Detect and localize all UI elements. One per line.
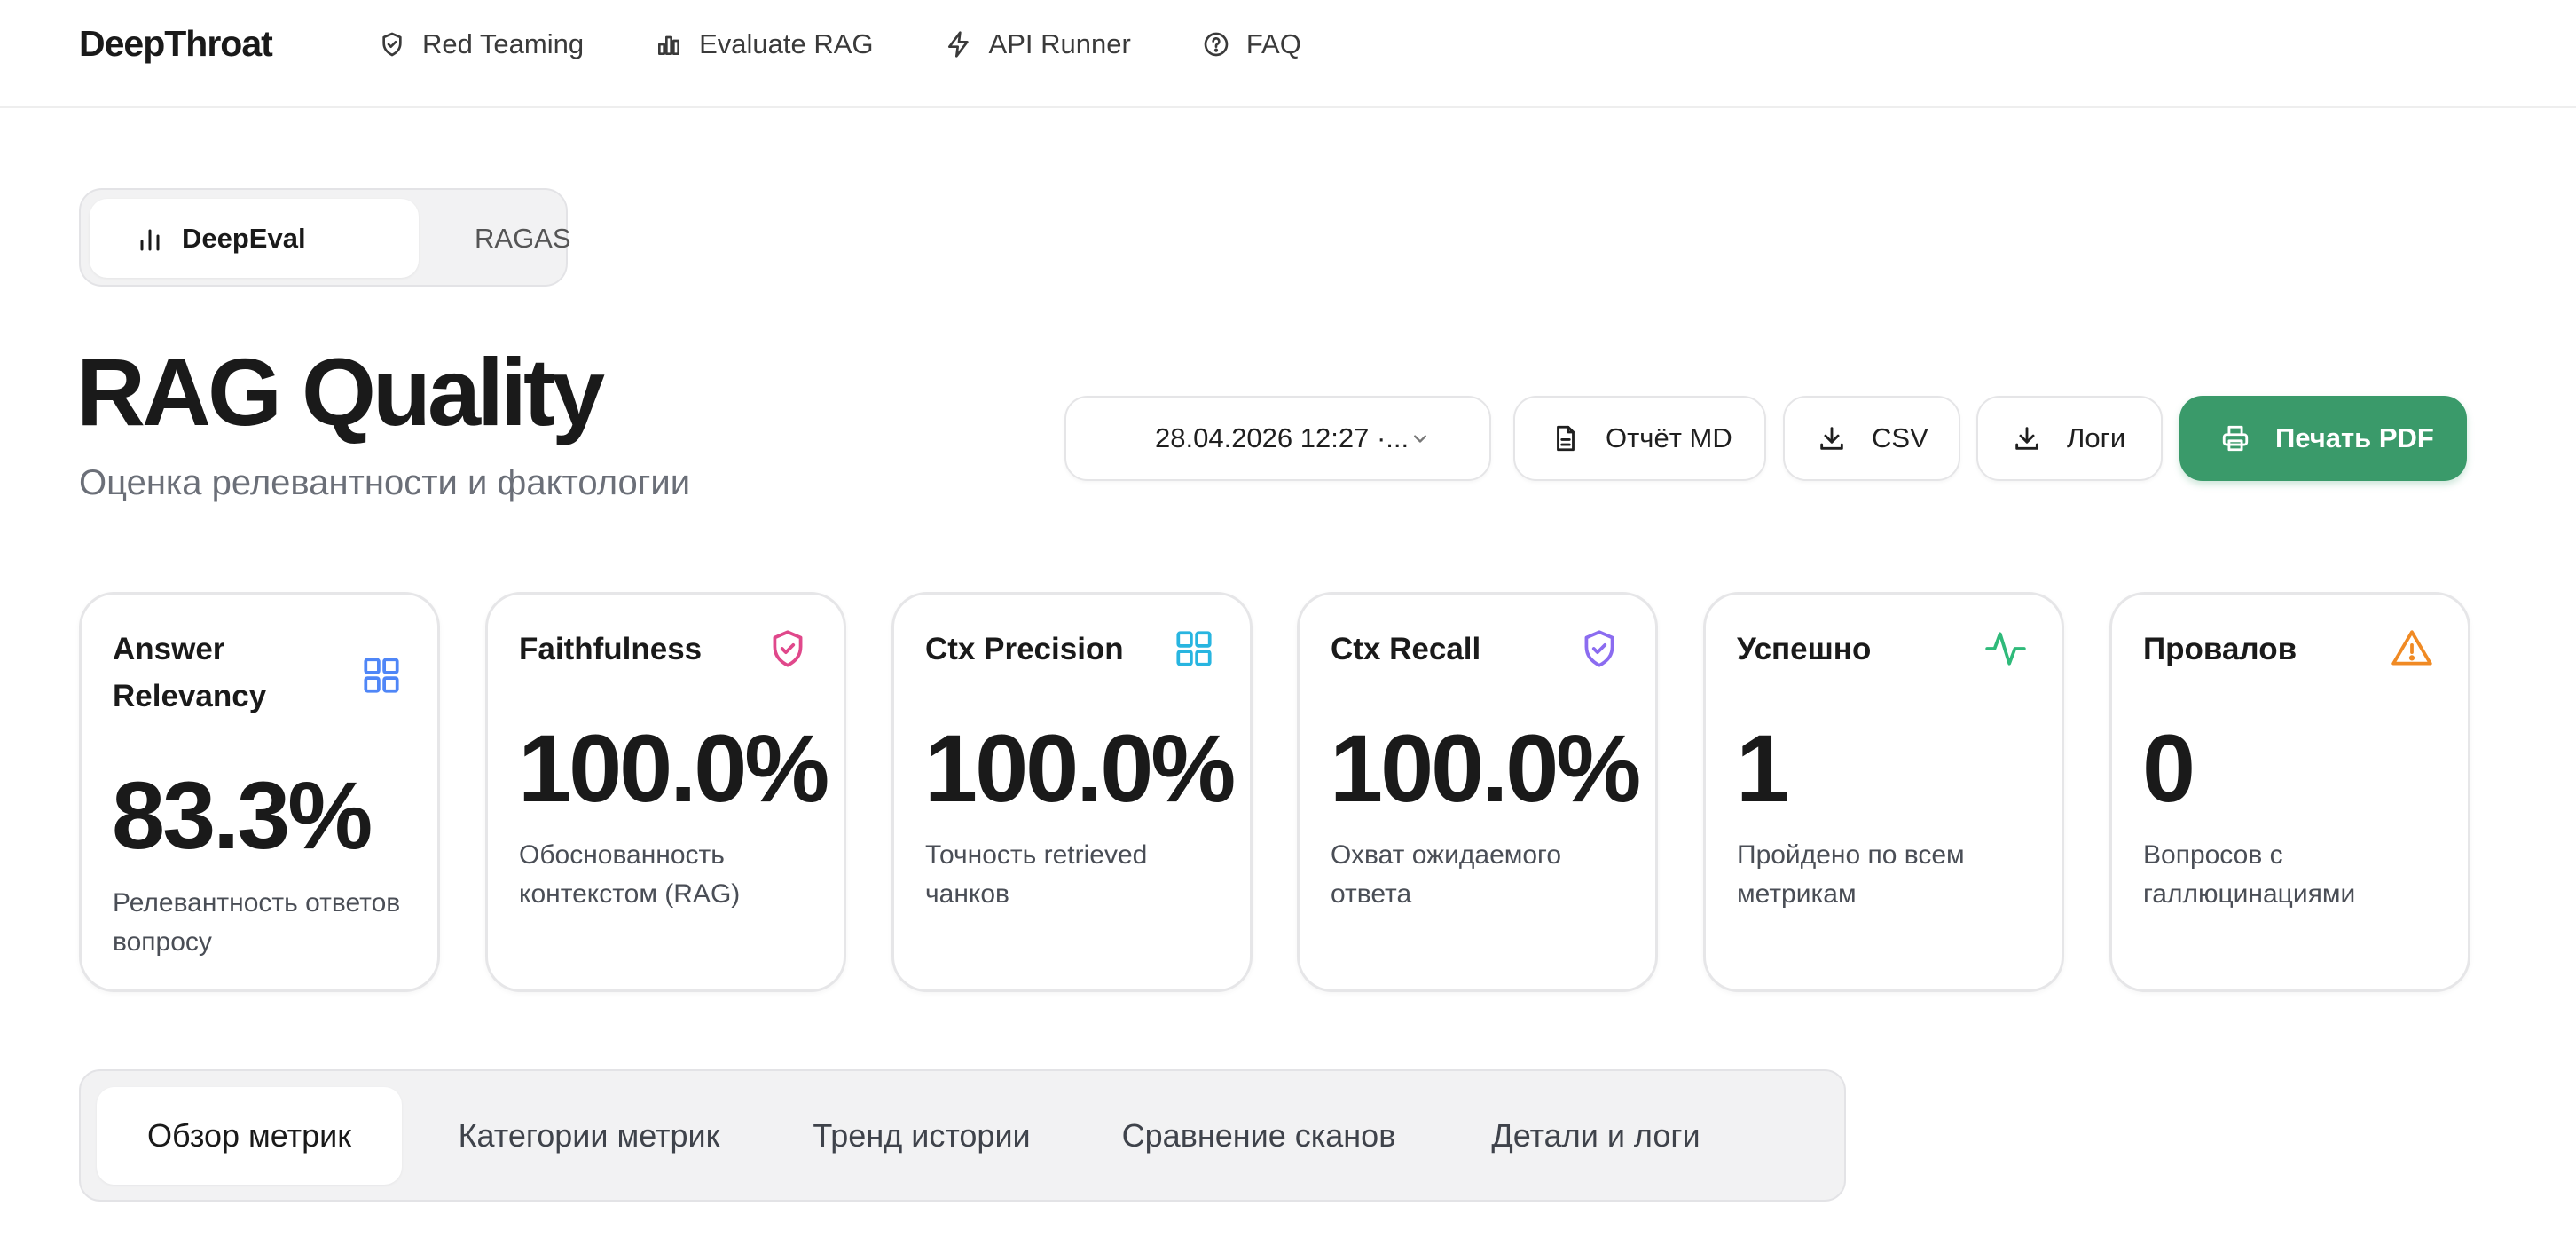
- tab-scan-comparison[interactable]: Сравнение сканов: [1099, 1087, 1418, 1185]
- metric-card-ctx-recall: Ctx Recall 100.0% Охват ожидаемого ответ…: [1297, 592, 1658, 992]
- activity-icon: [1985, 632, 2026, 666]
- nav-label: API Runner: [988, 28, 1131, 59]
- card-title: Answer Relevancy: [113, 632, 267, 713]
- nav-label: FAQ: [1245, 28, 1301, 59]
- toggle-deepeval[interactable]: DeepEval: [90, 199, 419, 278]
- nav-api-runner[interactable]: API Runner: [945, 28, 1131, 60]
- tab-history-trend[interactable]: Тренд истории: [789, 1087, 1055, 1185]
- view-tabs: Обзор метрик Категории метрик Тренд исто…: [79, 1069, 1846, 1202]
- run-select[interactable]: 28.04.2026 12:27 ·...: [1064, 396, 1491, 481]
- card-value: 100.0%: [518, 714, 829, 822]
- file-text-icon: [1557, 425, 1575, 452]
- card-title: Faithfulness: [519, 632, 703, 666]
- download-icon: [2015, 427, 2038, 450]
- card-description: Точность retrieved чанков: [925, 840, 1148, 909]
- help-circle-icon: [1204, 32, 1229, 57]
- card-value: 100.0%: [1330, 714, 1641, 822]
- card-description: Обоснованность контекстом (RAG): [519, 840, 741, 909]
- shield-check-icon: [773, 630, 803, 667]
- nav-links: Red Teaming Evaluate RAG API Runner FAQ: [378, 25, 1372, 64]
- shield-icon: [382, 32, 402, 57]
- nav-label: Evaluate RAG: [699, 28, 874, 59]
- page-title: RAG Quality: [76, 338, 605, 445]
- download-icon: [1820, 427, 1843, 450]
- bar-chart-icon: [140, 229, 160, 250]
- nav-red-teaming[interactable]: Red Teaming: [378, 28, 584, 60]
- metric-card-answer-relevancy: Answer Relevancy 83.3% Релевантность отв…: [79, 592, 440, 992]
- toggle-label: DeepEval: [182, 222, 306, 254]
- card-title: Ctx Recall: [1331, 632, 1481, 666]
- metric-card-failed: Провалов 0 Вопросов с галлюцинациями: [2109, 592, 2470, 992]
- metric-card-ctx-precision: Ctx Precision 100.0% Точность retrieved …: [891, 592, 1253, 992]
- card-description: Релевантность ответов вопросу: [113, 888, 401, 957]
- run-select-value: 28.04.2026 12:27 ·...: [1155, 422, 1410, 453]
- framework-toggle: DeepEval RAGAS: [79, 188, 571, 287]
- metric-card-faithfulness: Faithfulness 100.0% Обоснованность конте…: [485, 592, 846, 992]
- card-value: 83.3%: [112, 761, 373, 869]
- tab-metric-categories[interactable]: Категории метрик: [434, 1087, 744, 1185]
- button-label: Отчёт MD: [1606, 422, 1732, 453]
- tab-details-logs[interactable]: Детали и логи: [1463, 1087, 1729, 1185]
- metric-card-passed: Успешно 1 Пройдено по всем метрикам: [1703, 592, 2064, 992]
- nav-label: Red Teaming: [422, 28, 585, 59]
- top-navigation: DeepThroat Red Teaming Evaluate RAG API …: [0, 0, 2576, 108]
- tab-metrics-overview[interactable]: Обзор метрик: [97, 1087, 402, 1185]
- brand-logo[interactable]: DeepThroat: [79, 23, 273, 65]
- card-title: Ctx Precision: [925, 632, 1124, 666]
- button-label: Логи: [2067, 422, 2126, 453]
- shield-check-icon: [1584, 630, 1614, 667]
- bar-chart-icon: [658, 35, 680, 55]
- card-description: Вопросов с галлюцинациями: [2143, 840, 2356, 909]
- card-description: Охват ожидаемого ответа: [1331, 840, 1562, 909]
- card-title: Провалов: [2143, 632, 2297, 666]
- logs-button[interactable]: Логи: [1976, 396, 2163, 481]
- toggle-ragas[interactable]: RAGAS: [419, 199, 571, 278]
- grid-icon: [1176, 631, 1212, 666]
- page-subtitle: Оценка релевантности и фактологии: [79, 463, 691, 502]
- button-label: Печать PDF: [2275, 422, 2434, 453]
- card-value: 0: [2142, 714, 2195, 822]
- print-pdf-button[interactable]: Печать PDF: [2179, 396, 2467, 481]
- card-value: 100.0%: [924, 714, 1236, 822]
- report-md-button[interactable]: Отчёт MD: [1513, 396, 1766, 481]
- nav-faq[interactable]: FAQ: [1202, 28, 1301, 60]
- warning-icon: [2391, 630, 2432, 666]
- printer-icon: [2222, 425, 2249, 452]
- card-title: Успешно: [1737, 632, 1872, 666]
- chevron-down-icon: [1414, 435, 1426, 443]
- button-label: CSV: [1872, 422, 1928, 453]
- toggle-label: RAGAS: [475, 222, 571, 254]
- grid-icon: [364, 658, 399, 693]
- csv-button[interactable]: CSV: [1783, 396, 1960, 481]
- nav-evaluate-rag[interactable]: Evaluate RAG: [655, 28, 874, 60]
- card-description: Пройдено по всем метрикам: [1737, 840, 1965, 909]
- lightning-icon: [947, 31, 969, 58]
- card-value: 1: [1736, 714, 1789, 822]
